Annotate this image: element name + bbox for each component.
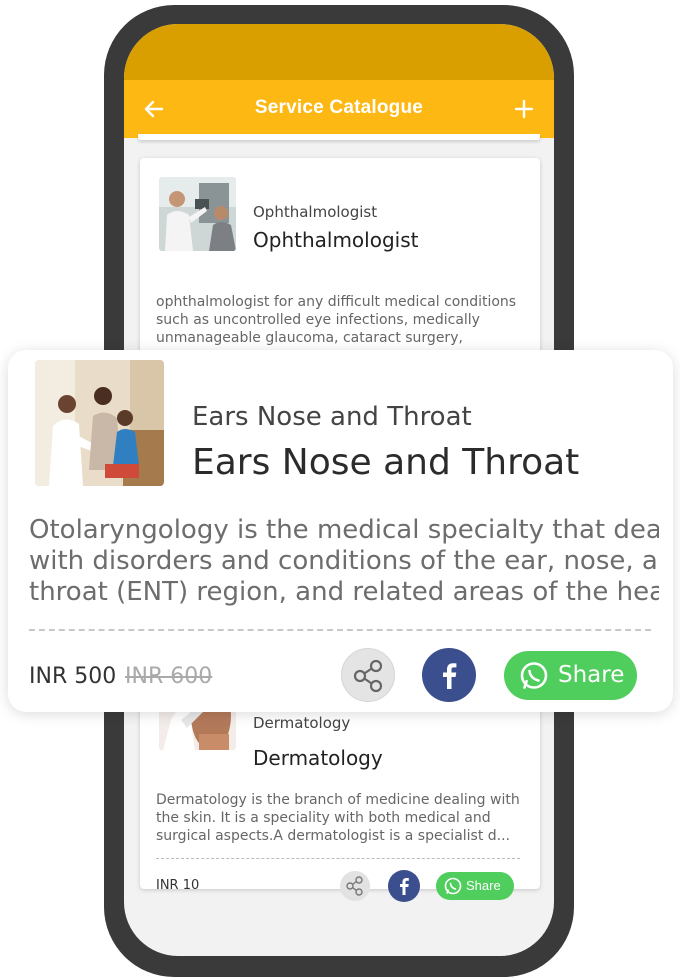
share-button[interactable] (340, 871, 370, 901)
divider (29, 629, 651, 631)
description-line: the skin. It is a speciality with both m… (156, 810, 491, 826)
share-label: Share (466, 878, 501, 893)
add-icon[interactable] (512, 94, 536, 124)
description-line: Otolaryngology is the medical specialty … (29, 515, 659, 545)
whatsapp-icon (520, 662, 548, 689)
service-category: Dermatology (253, 714, 351, 732)
service-old-price: INR 600 (125, 664, 213, 689)
facebook-button[interactable] (388, 870, 420, 902)
share-icon (346, 876, 363, 896)
eye-exam-photo (159, 177, 236, 251)
service-name: Dermatology (253, 746, 383, 770)
description-line: ophthalmologist for any difficult medica… (156, 294, 517, 310)
whatsapp-share-button[interactable]: Share (504, 651, 637, 700)
facebook-button[interactable] (422, 648, 476, 702)
service-description: Dermatology is the branch of medicine de… (156, 791, 526, 845)
doctor-family-photo (35, 360, 164, 486)
share-label: Share (558, 662, 625, 688)
previous-card-edge (138, 134, 540, 140)
page-title: Service Catalogue (254, 97, 424, 118)
service-price: INR 500 (29, 664, 117, 689)
description-line: Dermatology is the branch of medicine de… (156, 792, 520, 808)
service-description: Otolaryngology is the medical specialty … (29, 515, 659, 608)
description-line: such as uncontrolled eye infections, med… (156, 312, 480, 328)
share-button[interactable] (341, 648, 395, 702)
service-name: Ears Nose and Throat (192, 442, 580, 483)
service-category: Ears Nose and Throat (192, 402, 472, 432)
service-price: INR 10 (156, 878, 200, 893)
app-bar: Service Catalogue (124, 80, 554, 138)
service-category: Ophthalmologist (253, 203, 378, 221)
description-line: surgical aspects.A dermatologist is a sp… (156, 828, 511, 844)
status-bar (124, 24, 554, 80)
service-card-ent-highlight[interactable]: Ears Nose and Throat Ears Nose and Throa… (8, 350, 673, 712)
description-line: with disorders and conditions of the ear… (29, 546, 659, 576)
stage: Service Catalogue Ophthalmologist Ophtha… (0, 0, 680, 980)
service-name: Ophthalmologist (253, 228, 419, 252)
share-icon (353, 659, 383, 693)
whatsapp-share-button[interactable]: Share (436, 872, 514, 900)
facebook-icon (400, 878, 409, 895)
facebook-icon (443, 663, 457, 689)
description-line: throat (ENT) region, and related areas o… (29, 577, 659, 607)
divider (156, 858, 520, 859)
